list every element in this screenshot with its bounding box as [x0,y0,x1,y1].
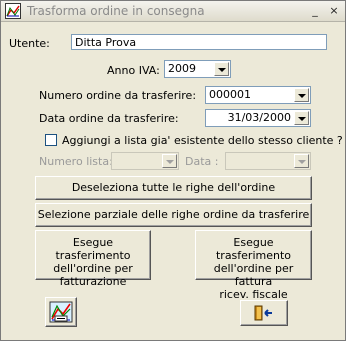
numero-ordine-value: 000001 [209,88,251,101]
trasferimento-fattura-ricev-button[interactable]: Esegue trasferimento dell'ordine per fat… [195,230,312,301]
close-button[interactable]: × [327,4,341,17]
title-bar: Trasforma ordine in consegna _ × [1,1,345,22]
chevron-down-icon[interactable] [214,62,229,76]
numero-ordine-label: Numero ordine da trasferire: [39,89,197,102]
utente-label: Utente: [9,37,50,50]
calcolatrice-button[interactable] [45,297,77,327]
window-title: Trasforma ordine in consegna [27,4,205,18]
fatturazione-line-3: fatturazione [59,275,127,288]
anno-iva-select[interactable]: 2009 [164,60,231,78]
deseleziona-label: Deseleziona tutte le righe dell'ordine [71,181,276,194]
data-lista-select[interactable] [225,152,311,170]
numero-lista-select[interactable] [111,152,179,170]
trasferimento-fatturazione-button[interactable]: Esegue trasferimento dell'ordine per fat… [35,230,151,288]
chevron-down-icon[interactable] [294,154,309,168]
exit-door-icon [254,305,272,321]
data-ordine-label: Data ordine da trasferire: [39,112,179,125]
fattura-ricev-line-1: Esegue trasferimento [215,236,292,262]
data-ordine-value: 31/03/2000 [227,111,291,124]
chevron-down-icon[interactable] [294,111,309,125]
anno-iva-label: Anno IVA: [107,64,160,77]
minimize-button[interactable]: _ [308,4,322,17]
esci-button[interactable] [240,300,288,326]
utente-field[interactable]: Ditta Prova [71,34,327,50]
fattura-ricev-line-2: dell'ordine per fattura [213,262,294,288]
anno-iva-value: 2009 [168,62,196,75]
numero-lista-label: Numero lista: [39,155,113,168]
chevron-down-icon[interactable] [294,88,309,102]
calculator-chart-icon [49,301,73,323]
data-lista-label: Data : [185,155,219,168]
fatturazione-line-1: Esegue trasferimento [55,236,131,262]
fatturazione-line-2: dell'ordine per [53,262,133,275]
aggiungi-label: Aggiungi a lista gia' esistente dello st… [62,134,343,147]
selezione-parziale-button[interactable]: Selezione parziale delle righe ordine da… [35,203,312,227]
data-ordine-select[interactable]: 31/03/2000 [205,109,311,127]
selezione-parziale-label: Selezione parziale delle righe ordine da… [37,208,310,221]
chevron-down-icon[interactable] [162,154,177,168]
deseleziona-button[interactable]: Deseleziona tutte le righe dell'ordine [35,176,312,200]
numero-ordine-select[interactable]: 000001 [205,86,311,104]
app-chart-icon [5,3,21,19]
dialog-window: Trasforma ordine in consegna _ × Utente:… [0,0,346,341]
aggiungi-checkbox[interactable] [45,134,57,146]
